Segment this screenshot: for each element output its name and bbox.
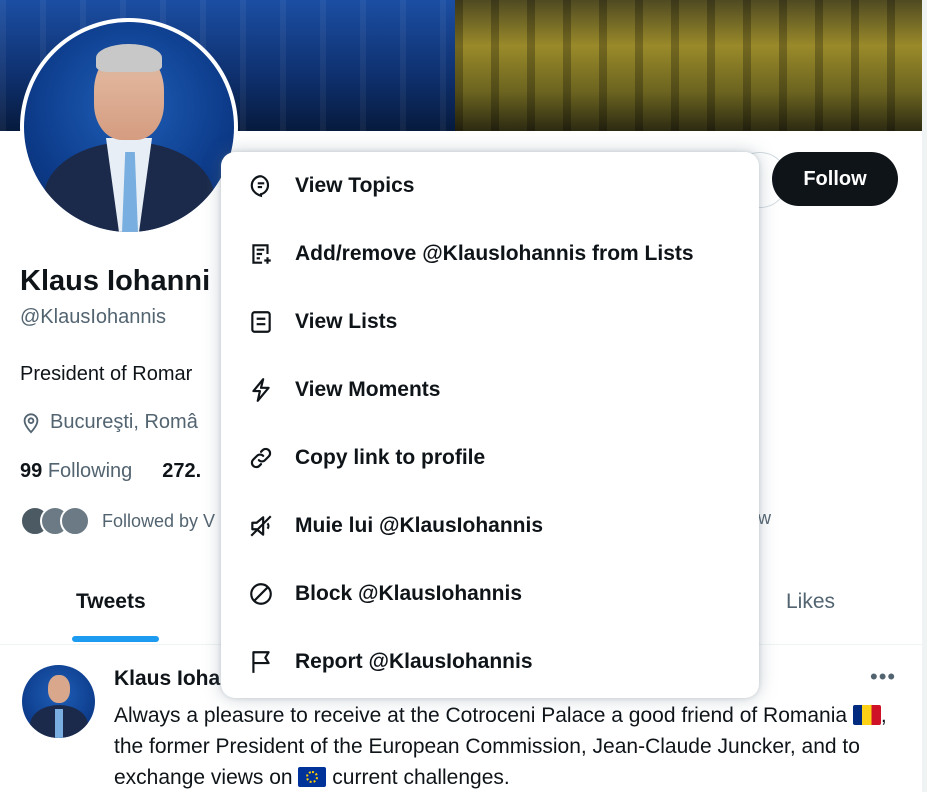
- avatar: [60, 506, 90, 536]
- flag-icon: [248, 649, 274, 675]
- lists-icon: [248, 309, 274, 335]
- followers-count: 272.: [162, 460, 202, 482]
- tweet-text-part: Always a pleasure to receive at the Cotr…: [114, 704, 853, 727]
- followed-by-trailing-text: w: [758, 508, 771, 528]
- menu-item-label: Muie lui @KlausIohannis: [295, 514, 544, 537]
- following-link[interactable]: 99 Following: [20, 460, 132, 483]
- tweet-text-part: current challenges.: [326, 766, 510, 789]
- menu-item-label: View Topics: [295, 174, 415, 197]
- profile-bio: President of Romar: [20, 363, 193, 385]
- menu-item-view-lists[interactable]: View Lists: [221, 288, 759, 356]
- menu-item-add-remove-lists[interactable]: Add/remove @KlausIohannis from Lists: [221, 220, 759, 288]
- location-text: Bucureşti, Româ: [50, 411, 198, 433]
- eu-flag-icon: [298, 767, 327, 787]
- menu-item-view-topics[interactable]: View Topics: [221, 152, 759, 220]
- active-tab-indicator: [72, 636, 159, 642]
- following-label: Following: [47, 460, 133, 482]
- moments-icon: [248, 377, 274, 403]
- menu-item-label: View Moments: [295, 378, 441, 401]
- follow-stats: 99 Following 272.: [20, 460, 201, 483]
- menu-item-label: Report @KlausIohannis: [295, 650, 533, 673]
- menu-item-copy-link[interactable]: Copy link to profile: [221, 424, 759, 492]
- tab-tweets[interactable]: Tweets: [76, 590, 146, 614]
- followers-link[interactable]: 272.: [162, 460, 201, 483]
- mute-icon: [248, 513, 274, 539]
- profile-handle: @KlausIohannis: [20, 306, 166, 328]
- banner-right-image: [455, 0, 922, 131]
- romania-flag-icon: [852, 705, 881, 725]
- profile-avatar[interactable]: [20, 18, 238, 236]
- menu-item-report[interactable]: Report @KlausIohannis: [221, 628, 759, 696]
- list-add-icon: [248, 241, 274, 267]
- followed-by-row[interactable]: Followed by V: [20, 506, 215, 536]
- topics-icon: [248, 173, 274, 199]
- tweet-avatar[interactable]: [22, 665, 95, 738]
- location-pin-icon: [23, 412, 39, 433]
- block-icon: [248, 581, 274, 607]
- menu-item-view-moments[interactable]: View Moments: [221, 356, 759, 424]
- menu-item-label: Block @KlausIohannis: [295, 582, 523, 605]
- tweet-text: Always a pleasure to receive at the Cotr…: [114, 700, 904, 793]
- menu-item-mute[interactable]: Muie lui @KlausIohannis: [221, 492, 759, 560]
- tweet-more-icon[interactable]: •••: [870, 664, 896, 690]
- menu-item-label: View Lists: [295, 310, 398, 333]
- following-count: 99: [20, 460, 43, 482]
- menu-item-block[interactable]: Block @KlausIohannis: [221, 560, 759, 628]
- follower-avatars: [20, 506, 90, 536]
- follow-button[interactable]: Follow: [772, 152, 898, 206]
- menu-item-label: Add/remove @KlausIohannis from Lists: [295, 242, 694, 265]
- tab-likes[interactable]: Likes: [786, 590, 835, 614]
- page-edge: [922, 0, 927, 792]
- profile-location: Bucureşti, Româ: [20, 411, 198, 434]
- menu-item-label: Copy link to profile: [295, 446, 486, 469]
- profile-dropdown-menu: View Topics Add/remove @KlausIohannis fr…: [221, 152, 759, 698]
- link-icon: [248, 445, 274, 471]
- tweet-author-name[interactable]: Klaus Ioha: [114, 667, 220, 691]
- profile-name: Klaus Iohanni: [20, 265, 211, 297]
- followed-by-text: Followed by V: [102, 510, 216, 531]
